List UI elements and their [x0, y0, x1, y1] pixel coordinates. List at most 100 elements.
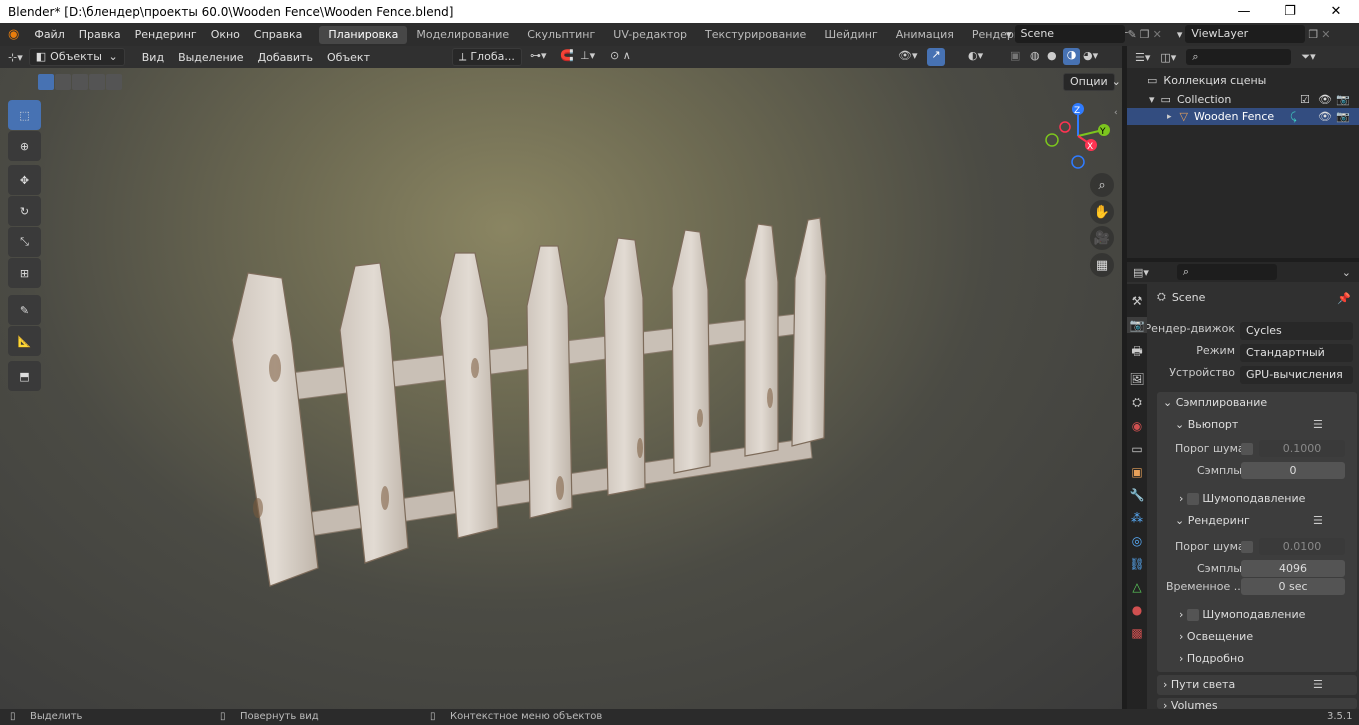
perspective-grid-icon[interactable]: ▦ [1090, 253, 1114, 277]
texture-tab-icon[interactable]: ▩ [1131, 626, 1142, 640]
outliner-row-wooden-fence[interactable]: ▸ ▽ Wooden Fence ⤹ 👁 📷 [1127, 108, 1359, 125]
sampling-header[interactable]: ⌄ Сэмплирование [1163, 396, 1267, 409]
menu-item[interactable]: Файл [27, 28, 71, 41]
hide-eye-icon[interactable]: 👁 [1318, 93, 1332, 106]
outliner-editor-icon[interactable]: ☰▾ [1135, 51, 1150, 64]
3d-viewport[interactable]: Опции ⌄ ⬚ ⊕ ✥ ↻ ⤡ ⊞ ✎ 📐 ⬒ Z Y X ⌕ ✋ 🎥 ▦ … [0, 68, 1122, 709]
view-layer-icon[interactable]: ▾ [1177, 28, 1183, 41]
workspace-tab[interactable]: Скульптинг [518, 26, 604, 44]
object-tab-icon[interactable]: ▣ [1131, 465, 1142, 479]
close-button[interactable]: ✕ [1313, 0, 1359, 23]
expand-arrow-icon[interactable]: ▾ [1149, 93, 1155, 106]
list-icon[interactable]: ☰ [1313, 418, 1323, 431]
snap-target-icon[interactable]: ⊥▾ [580, 49, 595, 62]
modifier-tab-icon[interactable]: 🔧 [1130, 488, 1145, 502]
workspace-tab[interactable]: Анимация [887, 26, 963, 44]
display-mode-icon[interactable]: ◫▾ [1160, 51, 1176, 64]
mode-dropdown[interactable]: Стандартный [1240, 344, 1353, 362]
menu-item[interactable]: Окно [204, 28, 247, 41]
render-tab-icon[interactable]: 📷 [1126, 317, 1148, 333]
light-paths-panel[interactable]: › Пути света ☰ [1157, 675, 1357, 695]
outliner-search-input[interactable]: ⌕ [1186, 49, 1292, 65]
workspace-tab[interactable]: UV-редактор [604, 26, 696, 44]
expand-arrow-icon[interactable]: ▸ [1167, 112, 1172, 122]
pin-icon[interactable]: 📌 [1337, 292, 1351, 305]
render-camera-icon[interactable]: 📷 [1336, 93, 1350, 106]
render-denoise-row[interactable]: › Шумоподавление [1179, 608, 1305, 621]
proportional-edit-icon[interactable]: ⊙ ∧ [610, 49, 631, 62]
new-scene-icon[interactable]: ❐ [1140, 28, 1150, 41]
solid-shading-icon[interactable]: ● [1047, 49, 1057, 62]
collection-tab-icon[interactable]: ▭ [1131, 442, 1142, 456]
output-tab-icon[interactable]: 🖶 [1131, 342, 1142, 363]
scene-tab-icon[interactable]: ⛭ [1132, 395, 1142, 410]
render-camera-icon[interactable]: 📷 [1336, 110, 1350, 123]
device-dropdown[interactable]: GPU-вычисления [1240, 366, 1353, 384]
workspace-tab[interactable]: Моделирование [407, 26, 518, 44]
chevron-down-icon[interactable]: ⌄ [1342, 266, 1351, 279]
wireframe-shading-icon[interactable]: ◍ [1030, 49, 1040, 62]
render-subheader[interactable]: ⌄ Рендеринг [1175, 514, 1250, 527]
workspace-tab[interactable]: Планировка [319, 25, 408, 44]
menu-item[interactable]: Справка [247, 28, 309, 41]
rendered-shading-icon[interactable]: ◕▾ [1083, 49, 1098, 62]
lighting-subpanel[interactable]: › Освещение [1179, 630, 1253, 643]
viewport-menu-item[interactable]: Объект [320, 51, 377, 64]
menu-item[interactable]: Рендеринг [128, 28, 204, 41]
list-icon[interactable]: ☰ [1313, 514, 1323, 527]
minimize-button[interactable]: — [1221, 0, 1267, 23]
collection-label[interactable]: Collection [1177, 93, 1231, 106]
viewport-menu-item[interactable]: Добавить [251, 51, 320, 64]
view-layer-field[interactable]: ViewLayer [1185, 25, 1306, 43]
camera-icon[interactable]: 🎥 [1090, 226, 1114, 250]
viewport-menu-item[interactable]: Вид [135, 51, 171, 64]
particles-tab-icon[interactable]: ⁂ [1131, 511, 1143, 525]
pin-icon[interactable]: ✎ [1128, 28, 1137, 41]
snap-icon[interactable]: 🧲 [560, 49, 574, 62]
new-view-layer-icon[interactable]: ❐ [1308, 28, 1318, 41]
viewport-samples-field[interactable]: 0 [1241, 462, 1345, 479]
pivot-icon[interactable]: ⊶▾ [530, 49, 547, 62]
overlay-icon[interactable]: ◐▾ [968, 49, 983, 62]
data-tab-icon[interactable]: △ [1132, 580, 1141, 594]
volumes-panel[interactable]: › Volumes [1157, 698, 1357, 709]
blender-logo-icon[interactable]: ◉ [8, 27, 19, 42]
wooden-fence-model[interactable] [0, 68, 1122, 709]
properties-editor-icon[interactable]: ▤▾ [1133, 266, 1149, 279]
pan-hand-icon[interactable]: ✋ [1090, 200, 1114, 224]
hide-eye-icon[interactable]: 👁 [1318, 110, 1332, 123]
maximize-button[interactable]: ❐ [1267, 0, 1313, 23]
mode-dropdown[interactable]: ◧ Объекты ⌄ [28, 48, 125, 66]
material-shading-icon[interactable]: ◑ [1063, 48, 1080, 65]
workspace-tab[interactable]: Текстурирование [696, 26, 815, 44]
modifier-icon[interactable]: ⤹ [1290, 110, 1297, 124]
workspace-tab[interactable]: Шейдинг [815, 26, 886, 44]
material-tab-icon[interactable]: ● [1132, 603, 1142, 617]
constraints-tab-icon[interactable]: ⛓ [1129, 557, 1144, 571]
viewport-subheader[interactable]: ⌄ Вьюпорт [1175, 418, 1238, 431]
remove-scene-icon[interactable]: ✕ [1153, 28, 1162, 41]
filter-icon[interactable]: ⏷▾ [1301, 50, 1315, 64]
list-icon[interactable]: ☰ [1313, 678, 1323, 691]
properties-search-input[interactable]: ⌕ [1176, 264, 1277, 280]
viewport-denoise-row[interactable]: › Шумоподавление [1179, 492, 1305, 505]
gizmo-toggle-icon[interactable]: ↗ [927, 48, 945, 66]
menu-item[interactable]: Правка [72, 28, 128, 41]
advanced-subpanel[interactable]: › Подробно [1179, 652, 1244, 665]
physics-tab-icon[interactable]: ◎ [1132, 534, 1142, 548]
render-noise-field[interactable]: 0.0100 [1259, 538, 1345, 555]
render-samples-field[interactable]: 4096 [1241, 560, 1345, 577]
exclude-checkbox-icon[interactable]: ☑ [1300, 93, 1310, 106]
collapse-sidebar-icon[interactable]: ‹ [1114, 108, 1118, 118]
viewport-noise-field[interactable]: 0.1000 [1259, 440, 1345, 457]
editor-type-icon[interactable]: ⊹▾ [8, 51, 23, 64]
noise-threshold-checkbox[interactable] [1241, 443, 1253, 455]
tool-tab-icon[interactable]: ⚒ [1132, 294, 1143, 308]
render-engine-dropdown[interactable]: Cycles [1240, 322, 1353, 340]
remove-view-layer-icon[interactable]: ✕ [1321, 28, 1330, 41]
scene-field[interactable]: Scene [1014, 25, 1125, 43]
render-noise-checkbox[interactable] [1241, 541, 1253, 553]
xray-icon[interactable]: ▣ [1010, 49, 1020, 62]
viewport-menu-item[interactable]: Выделение [171, 51, 251, 64]
scene-collection-label[interactable]: Коллекция сцены [1163, 74, 1266, 87]
